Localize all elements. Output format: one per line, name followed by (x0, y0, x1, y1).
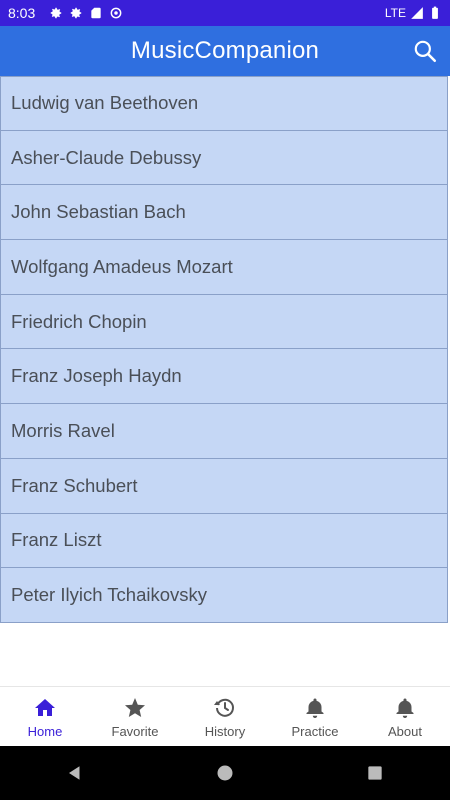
list-item[interactable]: Franz Schubert (0, 458, 448, 514)
list-item[interactable]: Wolfgang Amadeus Mozart (0, 240, 448, 295)
nav-practice-label: Practice (291, 723, 339, 739)
network-type: LTE (384, 6, 406, 20)
back-icon (69, 766, 80, 780)
app-bar: MusicCompanion (0, 26, 450, 76)
bottom-navigation: Home Favorite History Practice About (0, 686, 450, 747)
status-time: 8:03 (8, 5, 36, 21)
data-saver-icon (110, 7, 122, 19)
list-item[interactable]: Morris Ravel (0, 404, 448, 459)
status-right: LTE (385, 6, 442, 20)
home-button[interactable] (205, 753, 245, 793)
list-item[interactable]: Friedrich Chopin (0, 294, 448, 350)
list-item[interactable]: Asher-Claude Debussy (0, 130, 448, 186)
nav-about[interactable]: About (360, 687, 450, 747)
list-item[interactable]: Peter Ilyich Tchaikovsky (0, 568, 448, 623)
circle-icon (217, 765, 233, 781)
settings-icon (51, 7, 62, 19)
search-icon (414, 40, 437, 63)
nav-history-label: History (204, 723, 246, 739)
list-item[interactable]: Franz Liszt (0, 513, 448, 569)
nav-about-label: About (388, 723, 422, 739)
nav-favorite[interactable]: Favorite (90, 687, 180, 747)
star-icon (125, 697, 145, 717)
nav-home[interactable]: Home (0, 687, 90, 747)
list-item[interactable]: Ludwig van Beethoven (0, 76, 448, 131)
nav-practice[interactable]: Practice (270, 687, 360, 747)
bell-icon (396, 698, 414, 718)
app-title: MusicCompanion (130, 37, 320, 64)
system-navigation (0, 746, 450, 800)
history-icon (214, 698, 234, 717)
sd-card-icon (91, 7, 101, 19)
search-button[interactable] (410, 36, 440, 66)
battery-icon (432, 6, 438, 19)
recents-button[interactable] (355, 753, 395, 793)
back-button[interactable] (55, 753, 95, 793)
status-left: 8:03 (8, 5, 123, 21)
signal-icon (411, 7, 423, 19)
list-item[interactable]: Franz Joseph Haydn (0, 349, 448, 405)
nav-home-label: Home (27, 723, 63, 739)
status-bar: 8:03 LTE (0, 0, 450, 26)
settings-icon (71, 7, 82, 19)
square-icon (368, 766, 382, 780)
composer-list: Ludwig van Beethoven Asher-Claude Debuss… (0, 76, 450, 623)
bell-icon (306, 698, 324, 718)
nav-history[interactable]: History (180, 687, 270, 747)
list-item[interactable]: John Sebastian Bach (0, 185, 448, 241)
home-icon (35, 698, 55, 716)
nav-favorite-label: Favorite (111, 723, 159, 739)
